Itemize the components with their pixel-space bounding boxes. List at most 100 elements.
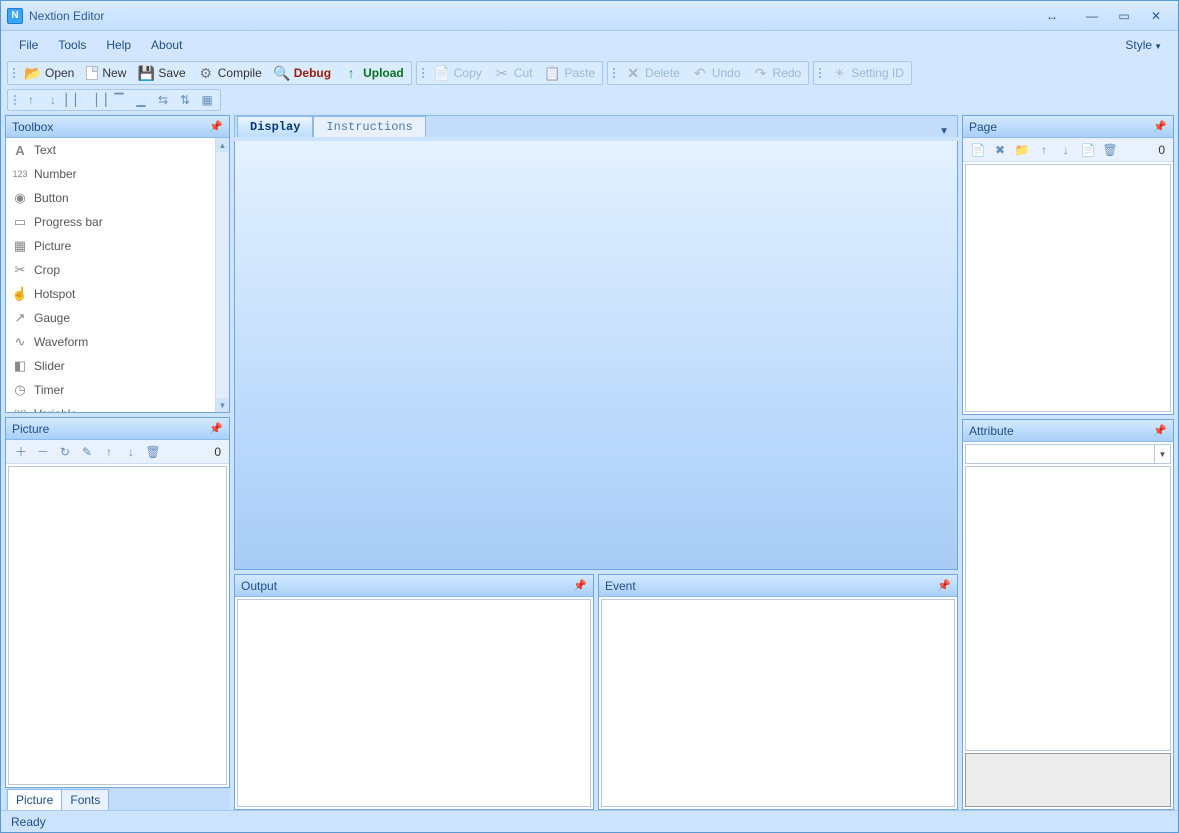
picture-list[interactable]	[8, 466, 227, 785]
pin-icon[interactable]: 📌	[1153, 424, 1167, 437]
remove-page-button[interactable]: ✖	[989, 140, 1011, 160]
menu-file[interactable]: File	[9, 34, 48, 56]
tool-waveform[interactable]: ∿Waveform	[6, 330, 215, 354]
remove-picture-button[interactable]: －	[32, 442, 54, 462]
paste-button[interactable]: 📋Paste	[538, 63, 601, 83]
tab-dropdown[interactable]: ▼	[931, 126, 957, 137]
bottom-panels: Output 📌 Event 📌	[234, 574, 958, 810]
timer-icon: ◷	[12, 382, 28, 398]
align-center-v-button[interactable]: ⇅	[174, 90, 196, 110]
add-picture-button[interactable]: ＋	[10, 442, 32, 462]
tab-instructions[interactable]: Instructions	[313, 116, 425, 137]
tool-variable[interactable]: (X)Variable	[6, 402, 215, 412]
scroll-down-icon[interactable]: ▼	[216, 398, 229, 412]
tool-progressbar[interactable]: ▭Progress bar	[6, 210, 215, 234]
tool-crop[interactable]: ✂Crop	[6, 258, 215, 282]
display-canvas[interactable]	[234, 141, 958, 570]
close-button[interactable]: ✕	[1142, 7, 1170, 25]
pin-icon[interactable]: 📌	[209, 120, 223, 133]
tool-button[interactable]: ◉Button	[6, 186, 215, 210]
debug-button[interactable]: 🔍Debug	[268, 63, 337, 83]
page-count: 0	[1158, 143, 1169, 157]
cut-button[interactable]: ✂Cut	[488, 63, 539, 83]
app-title: Nextion Editor	[29, 9, 104, 23]
align-bottom-button[interactable]: ▁	[130, 90, 152, 110]
grid-button[interactable]: ▦	[196, 90, 218, 110]
toolbox-scrollbar[interactable]: ▲ ▼	[215, 138, 229, 412]
resize-handle-icon[interactable]: ↔	[1038, 7, 1066, 25]
edit-picture-button[interactable]: ✎	[76, 442, 98, 462]
pin-icon[interactable]: 📌	[937, 579, 951, 592]
open-button[interactable]: 📂Open	[19, 63, 80, 83]
chevron-down-icon[interactable]: ▼	[1154, 445, 1170, 463]
grip-icon	[11, 63, 17, 83]
pin-icon[interactable]: 📌	[1153, 120, 1167, 133]
picture-icon: ▦	[12, 238, 28, 254]
attribute-object-select[interactable]: ▼	[965, 444, 1171, 464]
send-backward-button[interactable]: ↓	[42, 90, 64, 110]
compile-button[interactable]: ⚙Compile	[192, 63, 268, 83]
save-button[interactable]: 💾Save	[132, 63, 191, 83]
style-dropdown[interactable]: Style▼	[1117, 34, 1170, 56]
tool-timer[interactable]: ◷Timer	[6, 378, 215, 402]
attribute-description	[965, 753, 1171, 807]
tool-gauge[interactable]: ↗Gauge	[6, 306, 215, 330]
page-list[interactable]	[965, 164, 1171, 412]
picture-down-button[interactable]: ↓	[120, 442, 142, 462]
menu-tools[interactable]: Tools	[48, 34, 96, 56]
new-button[interactable]: New	[80, 64, 132, 82]
align-right-button[interactable]: ▕▕	[86, 90, 108, 110]
middle-column: Display Instructions ▼ Output 📌 Event	[234, 115, 958, 810]
delete-button[interactable]: ✕Delete	[619, 63, 686, 83]
event-title: Event	[605, 579, 636, 593]
gauge-icon: ↗	[12, 310, 28, 326]
picture-up-button[interactable]: ↑	[98, 442, 120, 462]
refresh-picture-button[interactable]: ↻	[54, 442, 76, 462]
setting-id-button[interactable]: ☀Setting ID	[825, 63, 910, 83]
copy-page-button[interactable]: 📄	[1077, 140, 1099, 160]
crop-icon: ✂	[12, 262, 28, 278]
attribute-grid[interactable]	[965, 466, 1171, 751]
align-left-button[interactable]: ▏▏	[64, 90, 86, 110]
folder-icon: 📂	[25, 65, 41, 81]
menu-help[interactable]: Help	[96, 34, 141, 56]
undo-button[interactable]: ↶Undo	[686, 63, 747, 83]
tool-picture[interactable]: ▦Picture	[6, 234, 215, 258]
menu-about[interactable]: About	[141, 34, 192, 56]
redo-button[interactable]: ↷Redo	[747, 63, 808, 83]
tool-text[interactable]: AText	[6, 138, 215, 162]
grip-icon	[611, 63, 617, 83]
new-file-icon	[86, 66, 98, 80]
tool-slider[interactable]: ◧Slider	[6, 354, 215, 378]
add-page-button[interactable]: 📄	[967, 140, 989, 160]
maximize-button[interactable]: ▭	[1110, 7, 1138, 25]
delete-picture-button[interactable]: 🗑	[142, 442, 164, 462]
upload-button[interactable]: ↑Upload	[337, 63, 410, 83]
page-panel: Page 📌 📄 ✖ 📁 ↑ ↓ 📄 🗑 0	[962, 115, 1174, 415]
import-page-button[interactable]: 📁	[1011, 140, 1033, 160]
tool-number[interactable]: 123Number	[6, 162, 215, 186]
page-up-button[interactable]: ↑	[1033, 140, 1055, 160]
align-center-h-button[interactable]: ⇆	[152, 90, 174, 110]
pin-icon[interactable]: 📌	[209, 422, 223, 435]
toolbox-title: Toolbox	[12, 120, 53, 134]
scroll-up-icon[interactable]: ▲	[216, 138, 229, 152]
tool-hotspot[interactable]: ☝Hotspot	[6, 282, 215, 306]
page-down-button[interactable]: ↓	[1055, 140, 1077, 160]
attribute-title: Attribute	[969, 424, 1014, 438]
pin-icon[interactable]: 📌	[573, 579, 587, 592]
tab-fonts[interactable]: Fonts	[61, 789, 109, 810]
copy-icon: 📄	[434, 65, 450, 81]
bring-forward-button[interactable]: ↑	[20, 90, 42, 110]
output-text[interactable]	[237, 599, 591, 807]
tab-picture[interactable]: Picture	[7, 789, 62, 810]
toolbar-group-file: 📂Open New 💾Save ⚙Compile 🔍Debug ↑Upload	[7, 61, 412, 85]
waveform-icon: ∿	[12, 334, 28, 350]
grip-icon	[817, 63, 823, 83]
align-top-button[interactable]: ▔	[108, 90, 130, 110]
tab-display[interactable]: Display	[237, 116, 313, 137]
event-text[interactable]	[601, 599, 955, 807]
delete-page-button[interactable]: 🗑	[1099, 140, 1121, 160]
copy-button[interactable]: 📄Copy	[428, 63, 488, 83]
minimize-button[interactable]: —	[1078, 7, 1106, 25]
